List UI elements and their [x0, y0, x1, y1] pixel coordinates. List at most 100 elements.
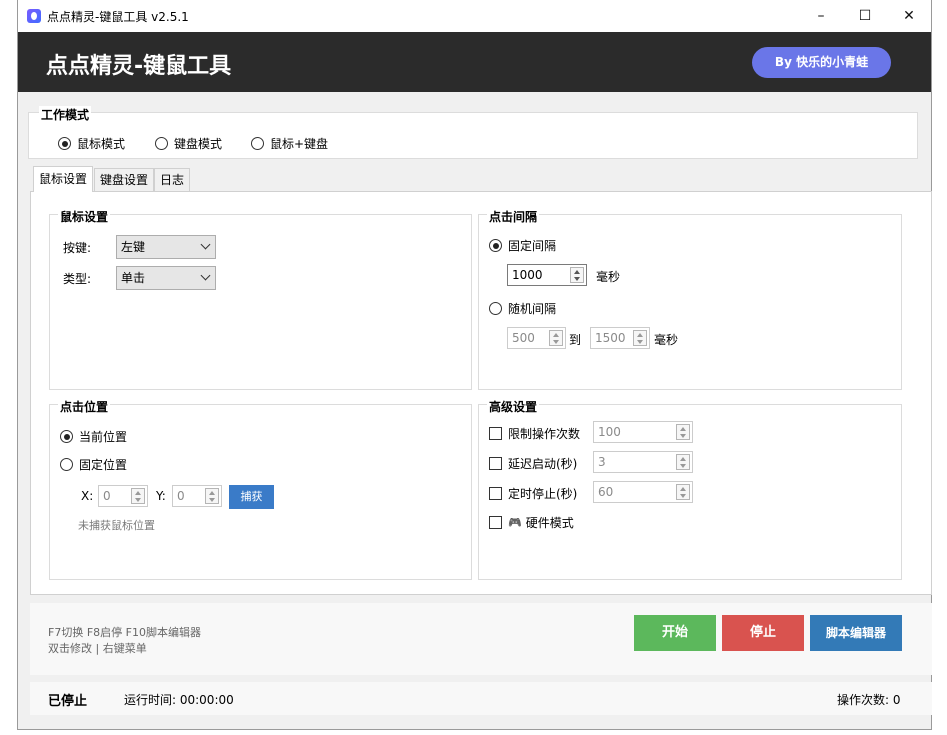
- spinner-arrows-icon[interactable]: [549, 330, 563, 346]
- tab-mouse-settings[interactable]: 鼠标设置: [33, 166, 94, 192]
- x-coordinate-value: 0: [103, 489, 111, 503]
- advanced-settings-legend: 高级设置: [487, 398, 540, 415]
- y-coordinate-input[interactable]: 0: [172, 485, 222, 507]
- random-max-input[interactable]: 1500: [590, 327, 650, 349]
- chevron-down-icon: [200, 239, 211, 250]
- radio-button[interactable]: [489, 239, 502, 252]
- spinner-arrows-icon[interactable]: [633, 330, 647, 346]
- checkbox[interactable]: [489, 457, 502, 470]
- current-position-label: 当前位置: [79, 430, 128, 444]
- spinner-arrows-icon[interactable]: [676, 454, 690, 470]
- script-editor-button[interactable]: 脚本编辑器: [810, 615, 902, 651]
- radio-button[interactable]: [155, 137, 168, 150]
- fixed-position-radio[interactable]: 固定位置: [60, 456, 127, 473]
- mode-keyboard-radio[interactable]: 键盘模式: [155, 135, 222, 152]
- timed-stop-checkbox[interactable]: 定时停止(秒): [489, 485, 577, 502]
- fixed-interval-input[interactable]: 1000: [507, 264, 587, 286]
- title-bar[interactable]: 点点精灵-键鼠工具 v2.5.1 – ☐ ✕: [18, 0, 931, 32]
- current-position-radio[interactable]: 当前位置: [60, 428, 127, 445]
- spinner-arrows-icon[interactable]: [676, 424, 690, 440]
- chevron-down-icon: [200, 270, 211, 281]
- mode-keyboard-label: 键盘模式: [174, 137, 223, 151]
- random-unit-label: 毫秒: [654, 333, 679, 347]
- random-min-input[interactable]: 500: [507, 327, 566, 349]
- maximize-button[interactable]: ☐: [843, 0, 887, 32]
- y-label: Y:: [156, 489, 166, 503]
- run-state: 已停止: [48, 694, 88, 709]
- advanced-settings-group: 高级设置 限制操作次数 100 延迟启动(秒) 3 定时停止(秒) 60 🎮 硬…: [478, 398, 902, 580]
- random-interval-radio[interactable]: 随机间隔: [489, 300, 556, 317]
- app-logo-icon: [27, 9, 41, 23]
- hotkey-hint: F7切换 F8启停 F10脚本编辑器: [48, 626, 201, 639]
- spinner-arrows-icon[interactable]: [205, 488, 219, 504]
- limit-count-input[interactable]: 100: [593, 421, 693, 443]
- mouse-settings-legend: 鼠标设置: [58, 208, 111, 225]
- click-interval-legend: 点击间隔: [487, 208, 540, 225]
- mode-both-radio[interactable]: 鼠标+键盘: [251, 135, 328, 152]
- app-header: 点点精灵-键鼠工具 By 快乐的小青蛙: [18, 32, 931, 92]
- type-select[interactable]: 单击: [116, 266, 216, 290]
- checkbox[interactable]: [489, 516, 502, 529]
- tab-keyboard-settings[interactable]: 键盘设置: [94, 168, 155, 191]
- mouse-settings-group: 鼠标设置 按键: 左键 类型: 单击: [49, 208, 472, 390]
- delay-start-checkbox[interactable]: 延迟启动(秒): [489, 455, 577, 472]
- radio-button[interactable]: [58, 137, 71, 150]
- timed-stop-label: 定时停止(秒): [508, 487, 578, 501]
- radio-button[interactable]: [251, 137, 264, 150]
- mode-both-label: 鼠标+键盘: [270, 137, 329, 151]
- tab-log[interactable]: 日志: [154, 168, 191, 191]
- timed-stop-value: 60: [598, 485, 614, 499]
- click-position-group: 点击位置 当前位置 固定位置 X: 0 Y: 0 捕获 未捕获鼠标位置: [49, 398, 472, 580]
- hardware-mode-checkbox[interactable]: 🎮 硬件模式: [489, 514, 574, 531]
- delay-start-label: 延迟启动(秒): [508, 457, 578, 471]
- spinner-arrows-icon[interactable]: [570, 267, 584, 283]
- spinner-arrows-icon[interactable]: [676, 484, 690, 500]
- checkbox[interactable]: [489, 487, 502, 500]
- window-title: 点点精灵-键鼠工具 v2.5.1: [47, 10, 189, 24]
- edit-hint: 双击修改 | 右键菜单: [48, 642, 147, 655]
- x-label: X:: [81, 489, 94, 503]
- close-button[interactable]: ✕: [887, 0, 931, 32]
- type-label: 类型:: [63, 272, 92, 286]
- delay-start-value: 3: [598, 455, 606, 469]
- random-min-value: 500: [512, 331, 535, 345]
- button-select[interactable]: 左键: [116, 235, 216, 259]
- hardware-mode-label: 硬件模式: [525, 516, 574, 530]
- y-coordinate-value: 0: [177, 489, 185, 503]
- stop-button[interactable]: 停止: [722, 615, 804, 651]
- timed-stop-input[interactable]: 60: [593, 481, 693, 503]
- fixed-unit-label: 毫秒: [596, 270, 621, 284]
- gamepad-icon: 🎮: [508, 516, 522, 529]
- checkbox[interactable]: [489, 427, 502, 440]
- capture-button[interactable]: 捕获: [229, 485, 274, 509]
- author-badge[interactable]: By 快乐的小青蛙: [752, 47, 891, 78]
- random-max-value: 1500: [595, 331, 626, 345]
- radio-button[interactable]: [60, 430, 73, 443]
- operation-count: 操作次数: 0: [837, 693, 901, 707]
- app-title: 点点精灵-键鼠工具: [46, 54, 232, 79]
- click-position-legend: 点击位置: [58, 398, 111, 415]
- work-mode-legend: 工作模式: [39, 106, 92, 123]
- fixed-interval-radio[interactable]: 固定间隔: [489, 237, 556, 254]
- limit-count-label: 限制操作次数: [508, 427, 581, 441]
- type-select-value: 单击: [121, 271, 146, 285]
- status-bar: 已停止 运行时间: 00:00:00 操作次数: 0: [30, 682, 932, 715]
- radio-button[interactable]: [60, 458, 73, 471]
- minimize-button[interactable]: –: [799, 0, 843, 32]
- button-label: 按键:: [63, 241, 92, 255]
- limit-count-checkbox[interactable]: 限制操作次数: [489, 425, 580, 442]
- to-label: 到: [569, 333, 582, 347]
- start-button[interactable]: 开始: [634, 615, 716, 651]
- click-interval-group: 点击间隔 固定间隔 1000 毫秒 随机间隔 500 到 1500 毫秒: [478, 208, 902, 390]
- mode-mouse-radio[interactable]: 鼠标模式: [58, 135, 125, 152]
- spinner-arrows-icon[interactable]: [131, 488, 145, 504]
- x-coordinate-input[interactable]: 0: [98, 485, 148, 507]
- radio-button[interactable]: [489, 302, 502, 315]
- delay-start-input[interactable]: 3: [593, 451, 693, 473]
- tab-panel: 鼠标设置 按键: 左键 类型: 单击 点击间隔 固定间隔 1000 毫秒 随机间…: [30, 191, 932, 595]
- limit-count-value: 100: [598, 425, 621, 439]
- button-select-value: 左键: [121, 240, 146, 254]
- capture-status: 未捕获鼠标位置: [78, 519, 155, 532]
- action-bar: F7切换 F8启停 F10脚本编辑器 双击修改 | 右键菜单 开始 停止 脚本编…: [30, 603, 932, 675]
- mode-mouse-label: 鼠标模式: [77, 137, 126, 151]
